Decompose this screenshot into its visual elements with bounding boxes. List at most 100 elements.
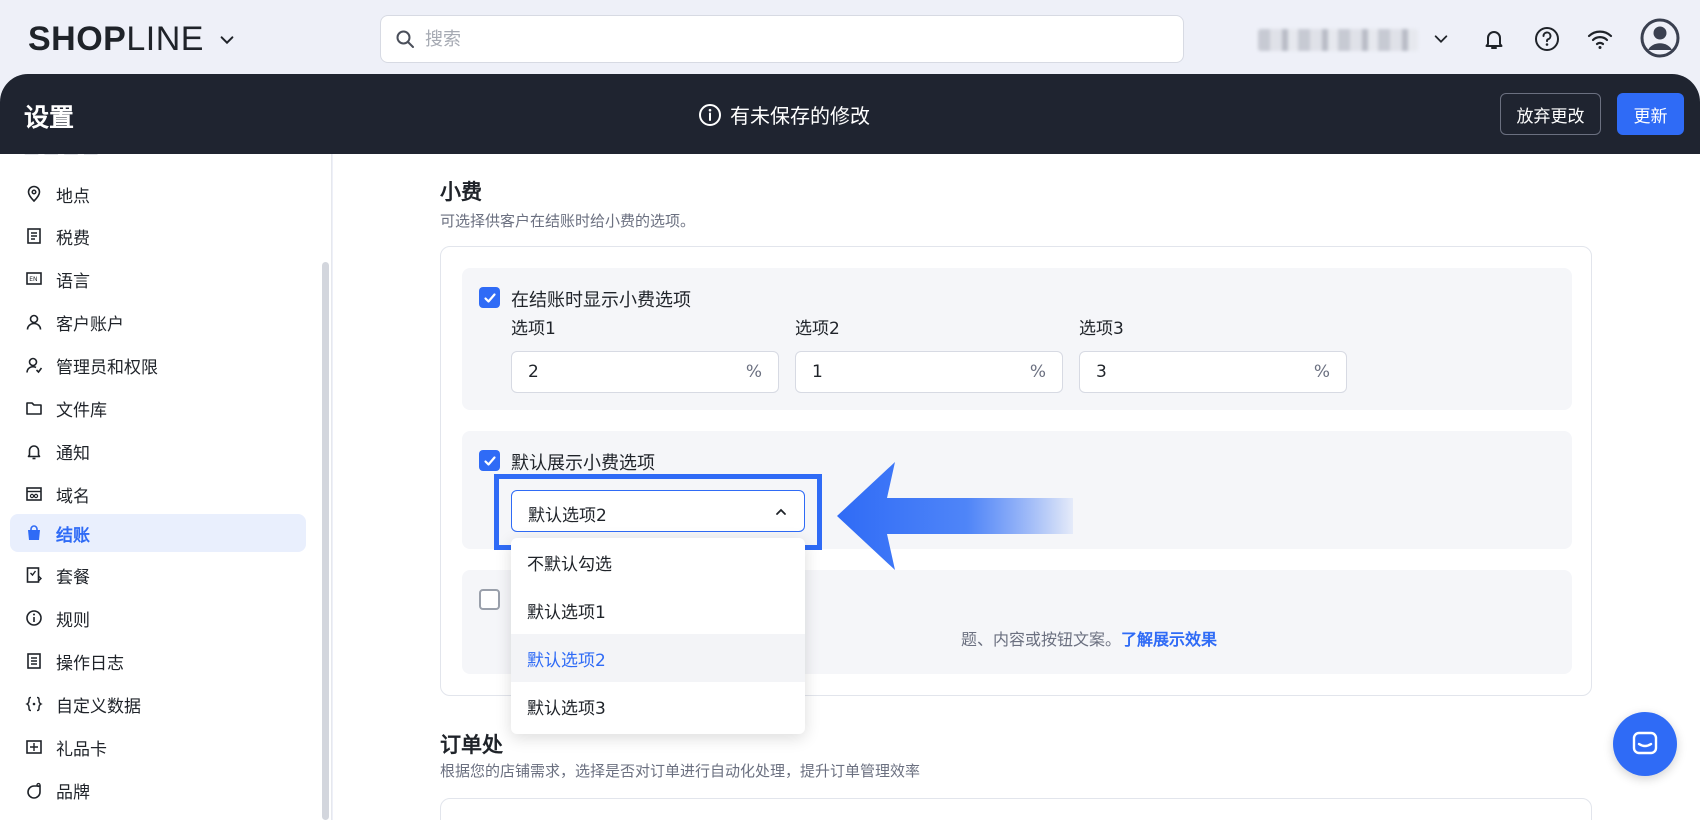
sidebar-item-brand[interactable]: 品牌 — [10, 771, 306, 809]
percent-unit: % — [1029, 362, 1046, 382]
show-tips-label: 在结账时显示小费选项 — [511, 290, 691, 311]
sidebar-item-label: 结账 — [56, 525, 90, 546]
dropdown-option[interactable]: 默认选项1 — [511, 586, 805, 634]
check-icon — [483, 292, 496, 303]
search-input[interactable] — [425, 28, 1125, 50]
order-section-desc: 根据您的店铺需求，选择是否对订单进行自动化处理，提升订单管理效率 — [440, 762, 921, 780]
option2-input[interactable]: 1 % — [795, 351, 1063, 393]
account-name-blurred[interactable] — [1258, 29, 1418, 51]
plan-icon — [24, 565, 44, 585]
cutoff-nav-item: — — — — — [24, 154, 154, 162]
chevron-down-icon — [220, 35, 234, 44]
profile-button[interactable] — [1640, 18, 1680, 58]
sidebar-item-label: 规则 — [56, 610, 90, 631]
option3-input[interactable]: 3 % — [1079, 351, 1347, 393]
info-icon — [24, 608, 44, 628]
tips-section-desc: 可选择供客户在结账时给小费的选项。 — [440, 212, 696, 230]
sidebar-item-checkout[interactable]: 结账 — [10, 514, 306, 552]
sidebar-item-custom-data[interactable]: 自定义数据 — [10, 685, 306, 723]
sidebar-item-domains[interactable]: 域名 — [10, 475, 306, 513]
sidebar-item-rules[interactable]: 规则 — [10, 599, 306, 637]
search-icon — [396, 30, 414, 48]
order-section-title: 订单处 — [440, 733, 503, 757]
wifi-icon — [1587, 30, 1613, 49]
log-icon — [24, 651, 44, 671]
sidebar-item-label: 税费 — [56, 228, 90, 249]
sidebar-item-label: 语言 — [56, 271, 90, 292]
user-icon — [24, 312, 44, 332]
discard-button[interactable]: 放弃更改 — [1500, 93, 1601, 135]
bell-icon — [1485, 31, 1503, 49]
sidebar-item-customer-accounts[interactable]: 客户账户 — [10, 303, 306, 341]
sidebar-item-label: 套餐 — [56, 567, 90, 588]
default-tip-label: 默认展示小费选项 — [511, 453, 655, 474]
sidebar-item-plans[interactable]: 套餐 — [10, 556, 306, 594]
braces-icon — [24, 694, 44, 714]
admin-icon — [24, 355, 44, 375]
connection-button[interactable] — [1583, 22, 1617, 56]
sidebar-item-label: 操作日志 — [56, 653, 124, 674]
sidebar-item-label: 管理员和权限 — [56, 357, 158, 378]
tip-display-desc: 题、内容或按钮文案。了解展示效果 — [961, 626, 1217, 650]
sidebar-item-gift-cards[interactable]: 礼品卡 — [10, 728, 306, 766]
bag-icon — [24, 523, 44, 543]
account-menu-chevron[interactable] — [1424, 22, 1458, 56]
search-box[interactable] — [380, 15, 1184, 63]
tips-section-title: 小费 — [440, 180, 482, 204]
sidebar-item-locations[interactable]: 地点 — [10, 175, 306, 213]
unsaved-changes-bar: 设置 有未保存的修改 放弃更改 更新 — [0, 74, 1700, 154]
sidebar-item-label: 文件库 — [56, 400, 107, 421]
location-icon — [24, 184, 44, 204]
option2-value: 1 — [812, 362, 823, 382]
info-icon — [699, 103, 721, 126]
tip-display-desc-text: 题、内容或按钮文案。 — [961, 630, 1122, 649]
dropdown-option-selected[interactable]: 默认选项2 — [511, 634, 805, 682]
tip-display-checkbox[interactable] — [479, 589, 500, 610]
domain-icon — [24, 484, 44, 504]
annotation-arrow-icon — [837, 462, 1073, 570]
store-switcher[interactable]: SHOPLINE — [28, 20, 236, 59]
default-tip-checkbox[interactable] — [479, 450, 500, 471]
sidebar-item-files[interactable]: 文件库 — [10, 389, 306, 427]
show-tips-checkbox[interactable] — [479, 287, 500, 308]
sidebar-item-label: 品牌 — [56, 782, 90, 803]
sidebar-item-label: 通知 — [56, 443, 90, 464]
sidebar-item-languages[interactable]: EN 语言 — [10, 260, 306, 298]
sidebar-item-activity-log[interactable]: 操作日志 — [10, 642, 306, 680]
unsaved-notice: 有未保存的修改 — [698, 100, 870, 129]
sidebar-item-notifications[interactable]: 通知 — [10, 432, 306, 470]
option1-input[interactable]: 2 % — [511, 351, 779, 393]
order-card — [440, 798, 1592, 820]
option3-label: 选项3 — [1079, 319, 1124, 339]
shopline-logo: SHOPLINE — [28, 20, 204, 58]
page-title: 设置 — [24, 103, 75, 132]
chevron-down-icon — [1434, 35, 1448, 43]
top-bar: SHOPLINE — [0, 0, 1700, 74]
svg-text:EN: EN — [29, 276, 37, 283]
default-tip-dropdown: 不默认勾选 默认选项1 默认选项2 默认选项3 — [511, 538, 805, 734]
language-icon: EN — [24, 269, 44, 289]
dropdown-option[interactable]: 不默认勾选 — [511, 538, 805, 586]
settings-sidebar: — — — — 地点 税费 EN 语言 客户账户 管理员和权限 文件库 通知 域… — [0, 154, 332, 820]
chat-icon — [1632, 731, 1658, 755]
support-chat-button[interactable] — [1613, 712, 1677, 776]
help-icon — [1535, 27, 1559, 51]
gift-card-icon — [24, 737, 44, 757]
learn-display-effect-link[interactable]: 了解展示效果 — [1121, 630, 1217, 649]
sidebar-item-label: 自定义数据 — [56, 696, 141, 717]
sidebar-item-label: 地点 — [56, 186, 90, 207]
brand-icon — [24, 780, 44, 800]
option1-value: 2 — [528, 362, 539, 382]
notifications-button[interactable] — [1477, 22, 1511, 56]
update-button[interactable]: 更新 — [1617, 93, 1684, 135]
sidebar-item-taxes[interactable]: 税费 — [10, 217, 306, 255]
option2-label: 选项2 — [795, 319, 840, 339]
settings-content: 小费 可选择供客户在结账时给小费的选项。 在结账时显示小费选项 选项1 选项2 … — [333, 154, 1700, 820]
option3-value: 3 — [1096, 362, 1107, 382]
percent-unit: % — [1313, 362, 1330, 382]
check-icon — [483, 455, 496, 466]
sidebar-scrollbar[interactable] — [322, 262, 329, 820]
sidebar-item-admins[interactable]: 管理员和权限 — [10, 346, 306, 384]
dropdown-option[interactable]: 默认选项3 — [511, 682, 805, 730]
help-button[interactable] — [1530, 22, 1564, 56]
